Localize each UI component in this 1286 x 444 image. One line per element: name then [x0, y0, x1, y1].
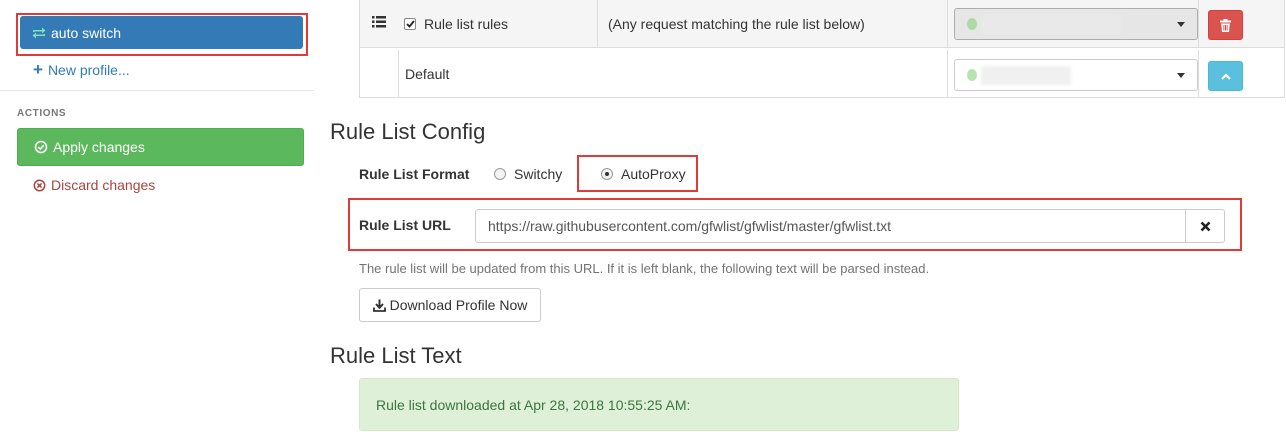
- rule-list-url-label: Rule List URL: [359, 217, 451, 233]
- rule-details: (Any request matching the rule list belo…: [608, 16, 865, 32]
- profile-item-auto-switch[interactable]: auto switch: [20, 16, 303, 49]
- profile-select-value: [981, 15, 1121, 34]
- column-divider: [1198, 50, 1199, 98]
- list-drag-icon[interactable]: [372, 16, 386, 28]
- apply-changes-label: Apply changes: [53, 139, 145, 155]
- rule-list-text-heading: Rule List Text: [330, 343, 462, 368]
- check-circle-icon: [34, 140, 48, 154]
- download-status-text: Rule list downloaded at Apr 28, 2018 10:…: [376, 396, 691, 413]
- default-rule-label: Default: [405, 66, 450, 82]
- new-profile-link[interactable]: + New profile...: [33, 61, 130, 78]
- table-row: Rule list rules (Any request matching th…: [360, 0, 1284, 48]
- plus-icon: +: [33, 60, 43, 79]
- url-help-text: The rule list will be updated from this …: [359, 261, 930, 276]
- trash-icon: [1220, 18, 1231, 32]
- rule-enabled-checkbox[interactable]: [404, 18, 416, 30]
- switch-icon: [31, 26, 47, 40]
- chevron-up-icon: [1220, 72, 1231, 80]
- profile-label: auto switch: [51, 24, 122, 41]
- profile-select-value: [981, 66, 1071, 85]
- download-status-alert: Rule list downloaded at Apr 28, 2018 10:…: [359, 378, 959, 431]
- discard-changes-label: Discard changes: [51, 177, 156, 193]
- actions-heading: ACTIONS: [17, 108, 67, 119]
- new-profile-label: New profile...: [47, 61, 130, 78]
- close-icon: [1200, 221, 1210, 231]
- rule-list-config-heading: Rule List Config: [330, 119, 486, 144]
- radio-autoproxy[interactable]: [601, 168, 613, 180]
- x-circle-icon: [33, 179, 46, 192]
- caret-down-icon: [1177, 73, 1185, 78]
- sidebar-divider: [0, 90, 314, 91]
- column-divider: [597, 0, 598, 47]
- download-icon: [372, 299, 386, 312]
- column-divider: [398, 50, 399, 98]
- apply-changes-button[interactable]: Apply changes: [17, 128, 304, 166]
- default-profile-select[interactable]: [954, 59, 1198, 91]
- rule-list-url-input[interactable]: https://raw.githubusercontent.com/gfwlis…: [475, 209, 1186, 243]
- delete-rule-button[interactable]: [1208, 10, 1243, 40]
- caret-down-icon: [1177, 22, 1185, 27]
- download-button-label: Download Profile Now: [389, 297, 528, 313]
- format-option-label: Switchy: [514, 166, 563, 182]
- column-divider: [947, 0, 948, 47]
- sidebar: auto switch + New profile... ACTIONS App…: [0, 0, 314, 444]
- profile-color-icon: [967, 69, 977, 81]
- profile-color-icon: [967, 18, 977, 30]
- switch-rules-table: Rule list rules (Any request matching th…: [359, 0, 1285, 98]
- download-profile-button[interactable]: Download Profile Now: [359, 288, 541, 322]
- column-divider: [1198, 0, 1199, 47]
- format-option-switchy[interactable]: Switchy: [494, 166, 562, 182]
- discard-changes-link[interactable]: Discard changes: [33, 177, 155, 193]
- column-divider: [947, 50, 948, 98]
- table-row: Default: [360, 50, 1284, 98]
- rule-profile-select[interactable]: [954, 8, 1198, 40]
- rule-condition: Rule list rules: [424, 16, 509, 32]
- format-option-autoproxy[interactable]: AutoProxy: [601, 166, 686, 182]
- radio-switchy[interactable]: [494, 168, 506, 180]
- move-up-button[interactable]: [1208, 61, 1243, 91]
- format-option-label: AutoProxy: [621, 166, 686, 182]
- rule-list-format-label: Rule List Format: [359, 166, 470, 182]
- clear-url-button[interactable]: [1185, 209, 1225, 243]
